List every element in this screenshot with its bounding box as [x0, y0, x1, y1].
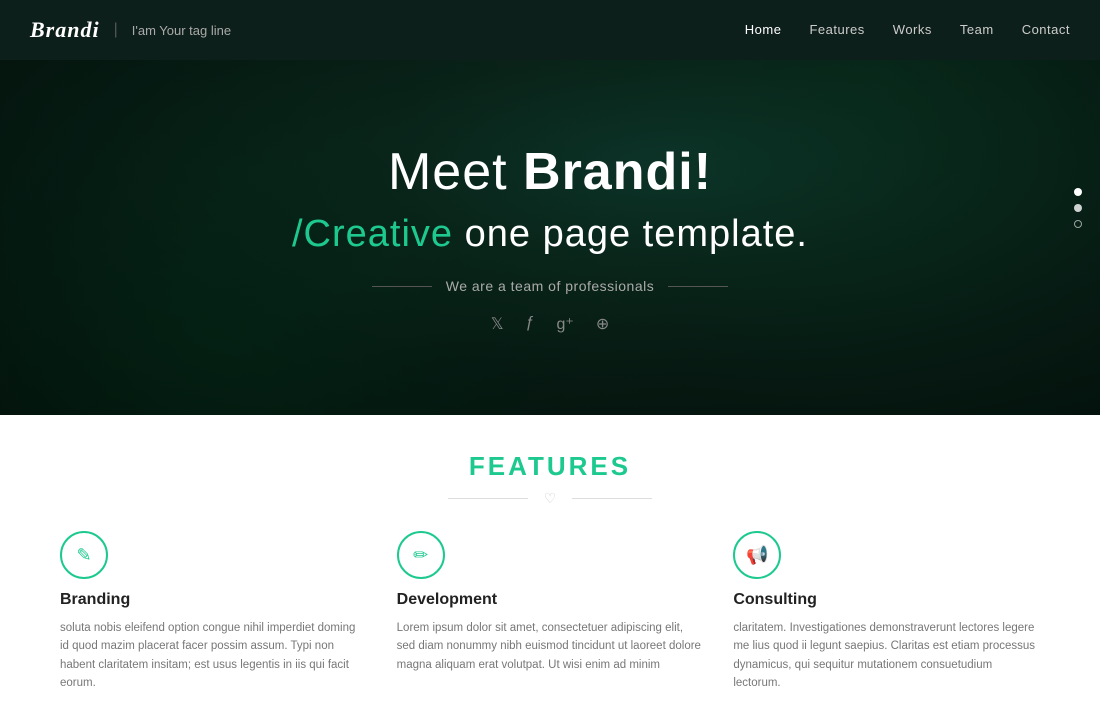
nav-item-contact[interactable]: Contact: [1022, 21, 1070, 39]
hero-content: Meet Brandi! /Creative one page template…: [292, 81, 808, 334]
features-title: FEATURES: [60, 451, 1040, 482]
slide-dots: [1074, 188, 1082, 228]
slide-dot-1[interactable]: [1074, 188, 1082, 196]
nav-item-features[interactable]: Features: [809, 21, 864, 39]
development-icon-circle: ✏: [397, 531, 445, 579]
globe-icon[interactable]: ⊕: [596, 314, 609, 334]
development-icon: ✏: [413, 545, 428, 566]
feature-item-development: ✏ Development Lorem ipsum dolor sit amet…: [397, 531, 704, 693]
nav-item-team[interactable]: Team: [960, 21, 994, 39]
hero-subtitle-creative: /Creative: [292, 213, 453, 255]
slide-dot-2[interactable]: [1074, 204, 1082, 212]
features-line-right: [572, 498, 652, 499]
hero-divider-line-right: [668, 286, 728, 287]
feature-item-consulting: 📢 Consulting claritatem. Investigationes…: [733, 531, 1040, 693]
navbar-links: Home Features Works Team Contact: [745, 21, 1070, 39]
brand-logo[interactable]: Brandi: [30, 17, 100, 43]
features-divider-row: ♡: [60, 490, 1040, 507]
hero-divider-line-left: [372, 286, 432, 287]
hero-social-links: 𝕏 ƒ g⁺ ⊕: [292, 314, 808, 334]
navbar-left: Brandi | I'am Your tag line: [30, 17, 231, 43]
hero-divider: We are a team of professionals: [292, 278, 808, 294]
hero-title-plain: Meet: [388, 143, 523, 201]
hero-subtitle-rest: one page template.: [453, 213, 808, 255]
hero-section: Meet Brandi! /Creative one page template…: [0, 0, 1100, 415]
feature-item-branding: ✎ Branding soluta nobis eleifend option …: [60, 531, 367, 693]
navbar: Brandi | I'am Your tag line Home Feature…: [0, 0, 1100, 60]
nav-item-works[interactable]: Works: [893, 21, 932, 39]
consulting-icon-circle: 📢: [733, 531, 781, 579]
branding-icon-circle: ✎: [60, 531, 108, 579]
hero-title: Meet Brandi!: [292, 141, 808, 203]
development-title: Development: [397, 591, 704, 609]
consulting-icon: 📢: [746, 545, 768, 566]
development-desc: Lorem ipsum dolor sit amet, consectetuer…: [397, 619, 704, 674]
features-line-left: [448, 498, 528, 499]
hero-subtitle: /Creative one page template.: [292, 213, 808, 256]
features-header: FEATURES ♡: [60, 451, 1040, 507]
nav-item-home[interactable]: Home: [745, 21, 782, 39]
heart-icon: ♡: [544, 490, 557, 507]
features-section: FEATURES ♡ ✎ Branding soluta nobis eleif…: [0, 415, 1100, 705]
navbar-tagline: I'am Your tag line: [132, 23, 231, 38]
consulting-desc: claritatem. Investigationes demonstraver…: [733, 619, 1040, 693]
slide-dot-3[interactable]: [1074, 220, 1082, 228]
googleplus-icon[interactable]: g⁺: [557, 314, 574, 334]
branding-desc: soluta nobis eleifend option congue nihi…: [60, 619, 367, 693]
facebook-icon[interactable]: ƒ: [526, 314, 535, 334]
branding-title: Branding: [60, 591, 367, 609]
twitter-icon[interactable]: 𝕏: [491, 314, 504, 334]
branding-icon: ✎: [76, 545, 91, 566]
navbar-divider: |: [114, 21, 118, 39]
hero-title-bold: Brandi!: [523, 143, 712, 201]
features-grid: ✎ Branding soluta nobis eleifend option …: [60, 531, 1040, 693]
hero-tagline: We are a team of professionals: [446, 278, 655, 294]
consulting-title: Consulting: [733, 591, 1040, 609]
